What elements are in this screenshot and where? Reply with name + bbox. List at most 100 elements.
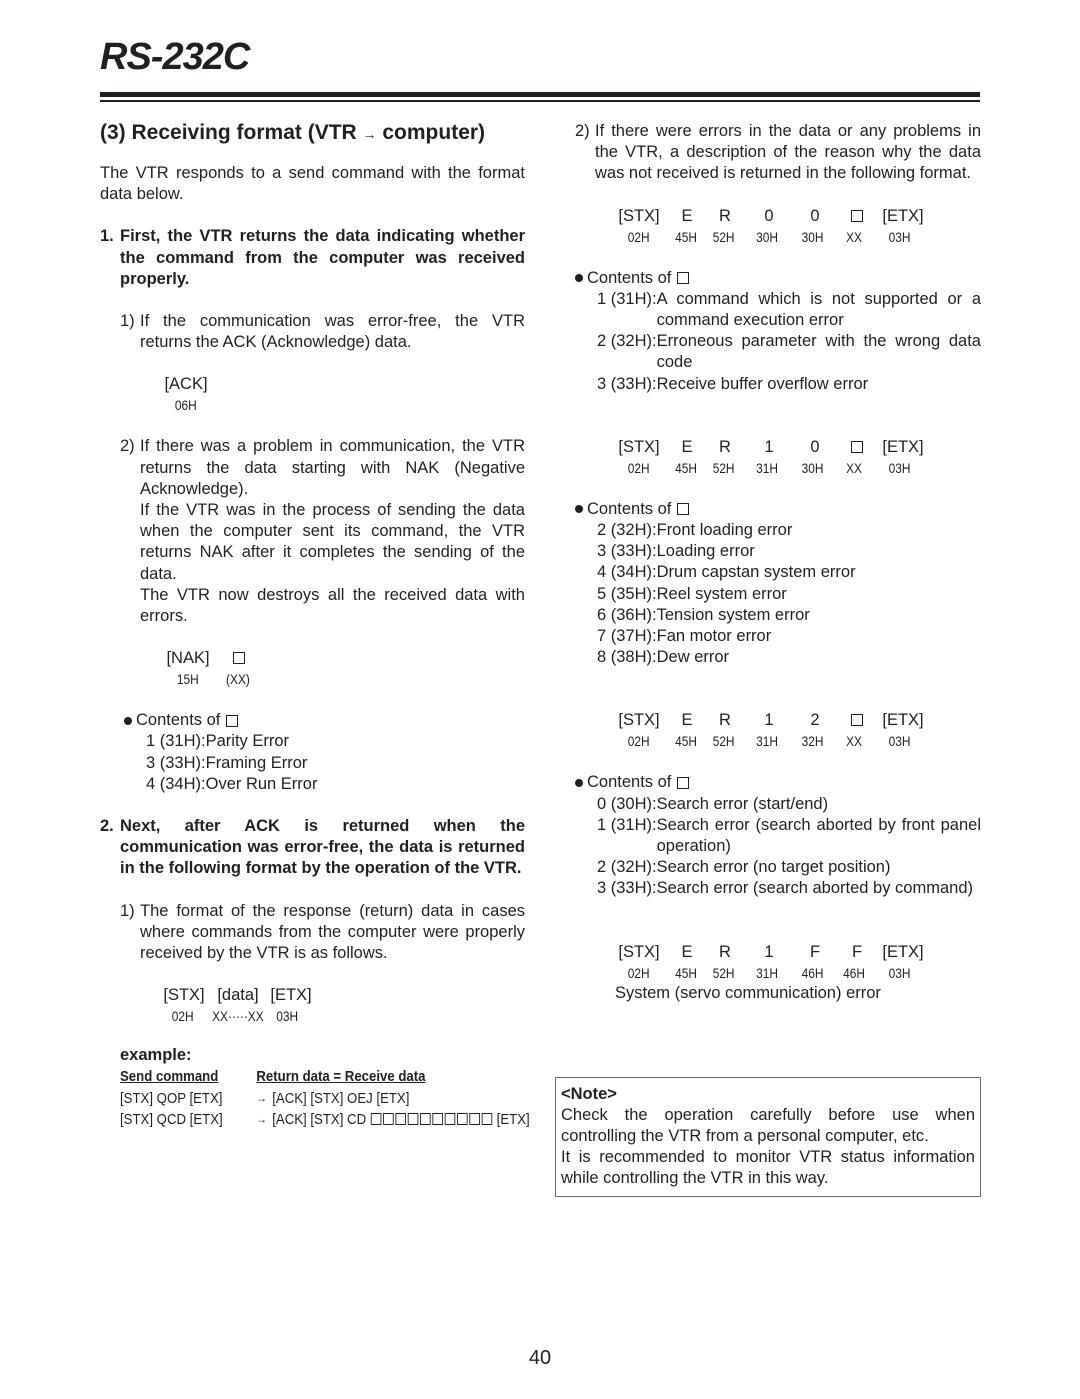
code-hex: 30H [801,228,824,245]
nak-entries: 1 (31H): Parity Error 3 (33H): Framing Er… [124,731,525,795]
code-label: E [681,942,693,961]
error-contents: Contents of 0 (30H): Search error (start… [575,772,981,899]
code-labels: [STX] E R 1 0 [ETX] [609,437,981,458]
code-label: R [719,206,731,225]
code-label: 1 [764,942,774,961]
contents-entry: 4 (34H): Drum capstan system error [597,562,981,583]
left-column: (3) Receiving format (VTR → computer) Th… [100,118,530,1130]
contents-title: Contents of [587,499,672,518]
code-hex: 46H [801,964,824,981]
contents-entry: 6 (36H): Tension system error [597,605,981,626]
placeholder-box-icon [407,1112,419,1125]
code-labels: [STX] E R 1 2 [ETX] [609,710,981,731]
code-hex: 02H [627,964,650,981]
code-label: [STX] [163,986,205,1005]
entry-desc: Loading error [656,542,755,561]
code-hex: XX [846,733,862,750]
contents-title-row: Contents of [575,499,981,520]
code-label: [ETX] [882,206,924,225]
nak-paragraph-2: If the VTR was in the process of sending… [140,501,525,583]
placeholder-box-icon [851,209,863,222]
page-number: 40 [528,1347,552,1369]
nak-paragraph-1: If there was a problem in communication,… [140,437,525,498]
entry-desc: Over Run Error [205,774,318,793]
right-column: 2) If there were errors in the data or a… [575,118,981,1004]
contents-title: Contents of [136,711,221,730]
code-label: [ETX] [882,711,924,730]
section-heading-suffix: computer) [376,121,486,144]
entry-desc: Receive buffer overflow error [656,374,869,393]
contents-entry: 4 (34H): Over Run Error [146,774,525,795]
contents-entry: 8 (38H): Dew error [597,647,981,668]
example-send: [STX] QOP [ETX] [120,1089,223,1107]
code-hex: 45H [675,459,697,476]
sub-text: If there were errors in the data or any … [595,122,981,183]
code-hex: 31H [756,964,779,981]
nak-paragraph-3: The VTR now destroys all the received da… [140,585,525,626]
entry-code: 3 (33H): [146,753,206,772]
placeholder-box-icon [382,1112,394,1125]
contents-title: Contents of [587,773,672,792]
sub-number: 2) [575,122,590,140]
entry-desc: Search error (no target position) [656,858,891,877]
entry-code: 1 (31H): [597,815,657,834]
example-header: Send command Return data = Receive data [120,1066,542,1087]
example-send: [STX] QCD [ETX] [120,1110,223,1128]
entry-code: 7 (37H): [597,627,657,646]
entry-desc: Reel system error [656,584,787,603]
contents-title-row: Contents of [575,772,981,793]
contents-entry: 2 (32H): Erroneous parameter with the wr… [597,331,981,373]
placeholder-box-icon [370,1112,382,1125]
header-rule-thick [100,92,980,97]
nak-contents: Contents of 1 (31H): Parity Error 3 (33H)… [100,710,525,795]
code-label [837,710,877,731]
placeholder-box-icon [481,1112,493,1125]
code-label: [ACK] [164,375,208,394]
note-title: <Note> [561,1085,617,1103]
code-label [837,437,877,458]
contents-entry: 0 (30H): Search error (start/end) [597,794,981,815]
contents-title-row: Contents of [575,268,981,289]
step-1-text: First, the VTR returns the data indicati… [120,227,525,288]
code-hex: 32H [801,733,824,750]
code-hex: 52H [712,733,735,750]
step-2-number: 2. [100,817,114,836]
code-hex: 03H [888,228,911,245]
placeholder-box-icon [444,1112,456,1125]
code-hex: 45H [675,733,697,750]
section-intro: The VTR responds to a send command with … [100,164,525,204]
ack-code-format: [ACK] 06H [100,374,525,415]
entry-code: 3 (33H): [597,542,657,561]
code-hex: 02H [627,459,650,476]
code-label: E [681,206,693,225]
code-label: [ETX] [882,942,924,961]
code-labels: [STX] E R 1 F F [ETX] [609,942,981,963]
code-hex: (XX) [226,671,250,688]
entry-code: 4 (34H): [146,774,206,793]
note-line-2: It is recommended to monitor VTR status … [561,1148,975,1187]
sub-text: If the communication was error-free, the… [140,312,525,352]
entry-desc: Fan motor error [656,627,772,646]
placeholder-box-icon [456,1112,468,1125]
code-label: 2 [810,711,820,730]
code-label: 1 [764,711,774,730]
code-label: E [681,711,693,730]
code-hex: 06H [174,397,197,414]
example-return-tail: [ETX] [492,1110,530,1128]
code-hex: 30H [756,228,779,245]
placeholder-box-icon [225,714,238,727]
step-1-sub-1: 1) If the communication was error-free, … [100,311,525,353]
code-hex: 03H [276,1008,299,1025]
entry-code: 3 (33H): [597,374,657,393]
note-line-1: Check the operation carefully before use… [561,1106,975,1145]
code-hex: 03H [888,733,911,750]
sub-number: 2) [120,437,135,456]
contents-entry: 2 (32H): Front loading error [597,520,981,541]
example-return: [ACK] [STX] CD [ETX] [272,1109,529,1130]
entry-desc: Search error (search aborted by front pa… [656,815,981,856]
entry-desc: A command which is not supported or a co… [656,289,981,330]
code-hex: 15H [176,671,199,688]
placeholder-box-icon [469,1112,480,1125]
error-formats: [STX] E R 0 0 [ETX] 02H 45H 52H 30H 30H XX 03H Conten… [575,206,981,1004]
code-hex: 03H [888,964,911,981]
